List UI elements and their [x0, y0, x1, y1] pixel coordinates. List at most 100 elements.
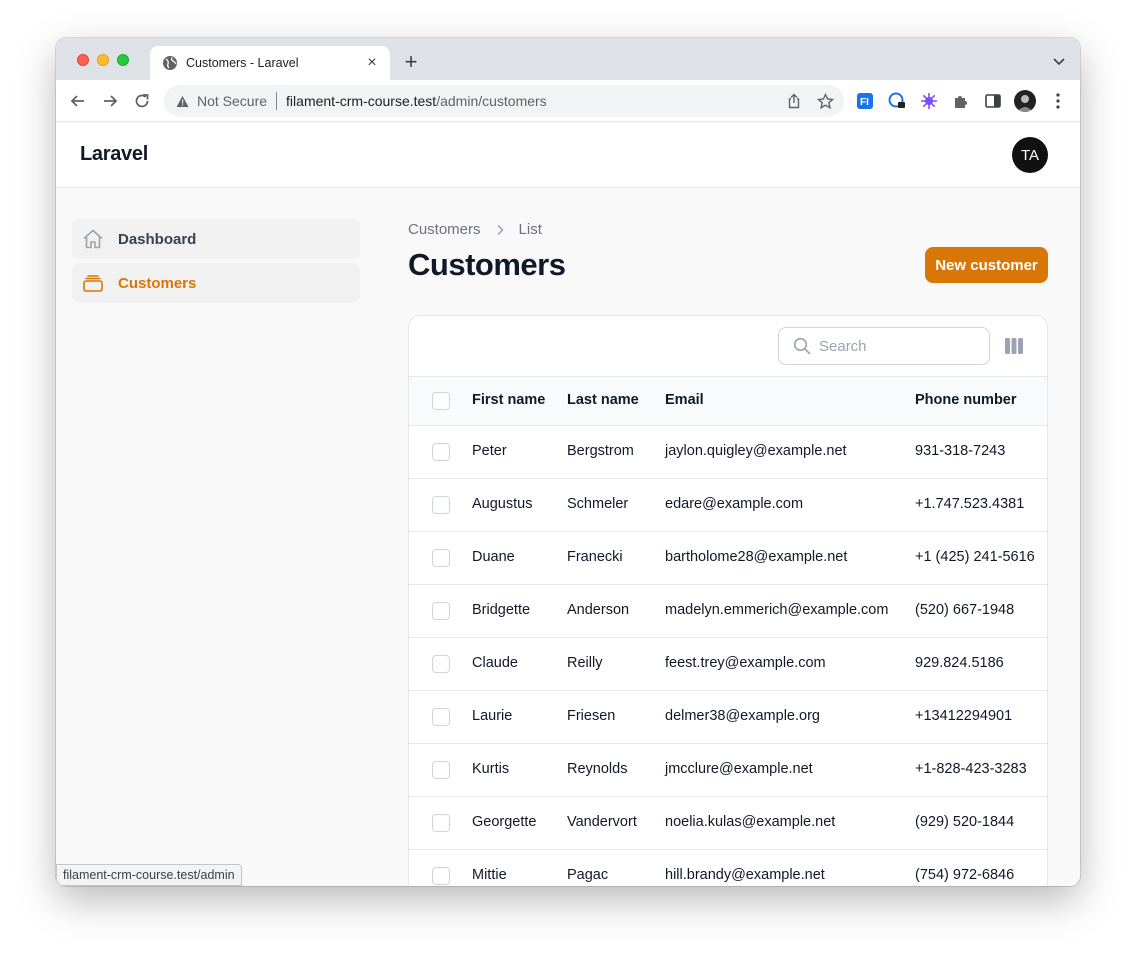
cell-phone-number: (754) 972-6846 — [915, 867, 1015, 883]
column-header-first-name[interactable]: First name — [472, 392, 545, 408]
cell-phone-number: +1 (425) 241-5616 — [915, 549, 1035, 565]
close-window-button[interactable] — [77, 54, 89, 66]
column-header-email[interactable]: Email — [665, 392, 704, 408]
cell-last-name: Franecki — [567, 549, 623, 565]
brand-logo[interactable]: Laravel — [80, 143, 148, 166]
cell-phone-number: +1.747.523.4381 — [915, 496, 1025, 512]
row-checkbox[interactable] — [432, 814, 450, 832]
sidebar-item-label: Dashboard — [118, 230, 197, 248]
row-checkbox[interactable] — [432, 549, 450, 567]
security-status[interactable]: Not Secure — [197, 93, 267, 109]
row-checkbox[interactable] — [432, 602, 450, 620]
home-icon — [83, 229, 103, 249]
svg-text:FI: FI — [860, 97, 869, 108]
tab-close-icon[interactable]: × — [364, 55, 380, 71]
columns-icon[interactable] — [1004, 337, 1024, 355]
sidebar-item-dashboard[interactable]: Dashboard — [72, 219, 360, 259]
warning-triangle-icon — [176, 95, 189, 107]
cell-email: hill.brandy@example.net — [665, 867, 825, 883]
breadcrumb-customers-link[interactable]: Customers — [408, 221, 481, 238]
cell-first-name: Kurtis — [472, 761, 510, 777]
cell-phone-number: 929.824.5186 — [915, 655, 1004, 671]
table-row[interactable]: Augustus Schmeler edare@example.com +1.7… — [409, 479, 1047, 532]
side-panel-icon[interactable] — [984, 92, 1002, 110]
table-row[interactable]: Peter Bergstrom jaylon.quigley@example.n… — [409, 426, 1047, 479]
cell-email: noelia.kulas@example.net — [665, 814, 836, 830]
search-input[interactable] — [819, 337, 969, 355]
forward-arrow-icon[interactable] — [100, 91, 120, 111]
cell-email: delmer38@example.org — [665, 708, 820, 724]
table-row[interactable]: Kurtis Reynolds jmcclure@example.net +1-… — [409, 744, 1047, 797]
maximize-window-button[interactable] — [117, 54, 129, 66]
chevron-down-icon[interactable] — [1052, 54, 1066, 68]
more-options-icon[interactable] — [1051, 92, 1065, 110]
tab-strip: Customers - Laravel × + — [56, 38, 1080, 80]
cell-first-name: Duane — [472, 549, 515, 565]
new-customer-button[interactable]: New customer — [925, 247, 1048, 283]
table-row[interactable]: Claude Reilly feest.trey@example.com 929… — [409, 638, 1047, 691]
puzzle-extensions-icon[interactable] — [952, 92, 970, 110]
search-icon — [793, 337, 811, 355]
new-tab-button[interactable]: + — [400, 51, 422, 73]
address-separator — [276, 92, 278, 110]
extension-fi-icon[interactable]: FI — [856, 92, 874, 110]
cell-first-name: Mittie — [472, 867, 507, 883]
globe-icon — [163, 56, 177, 70]
cell-phone-number: +13412294901 — [915, 708, 1013, 724]
cell-email: madelyn.emmerich@example.com — [665, 602, 889, 618]
browser-profile-avatar[interactable] — [1014, 90, 1036, 112]
browser-tab[interactable]: Customers - Laravel × — [150, 46, 390, 80]
customers-table-card: First name Last name Email Phone number … — [408, 315, 1048, 886]
page-title: Customers — [408, 247, 566, 282]
browser-toolbar: Not Secure filament-crm-course.test /adm… — [56, 80, 1080, 122]
cell-last-name: Reilly — [567, 655, 603, 671]
cell-first-name: Laurie — [472, 708, 513, 724]
cell-last-name: Schmeler — [567, 496, 629, 512]
reload-icon[interactable] — [132, 91, 152, 111]
cell-last-name: Reynolds — [567, 761, 628, 777]
cell-last-name: Vandervort — [567, 814, 637, 830]
back-arrow-icon[interactable] — [68, 91, 88, 111]
cell-phone-number: 931-318-7243 — [915, 443, 1006, 459]
table-header: First name Last name Email Phone number — [409, 376, 1047, 426]
row-checkbox[interactable] — [432, 655, 450, 673]
cell-first-name: Georgette — [472, 814, 537, 830]
row-checkbox[interactable] — [432, 496, 450, 514]
row-checkbox[interactable] — [432, 443, 450, 461]
extension-lock-icon[interactable] — [888, 92, 906, 110]
sidebar-item-customers[interactable]: Customers — [72, 263, 360, 303]
search-field[interactable] — [778, 327, 990, 365]
tab-title: Customers - Laravel — [186, 56, 299, 70]
column-header-last-name[interactable]: Last name — [567, 392, 639, 408]
select-all-checkbox[interactable] — [432, 392, 450, 410]
row-checkbox[interactable] — [432, 867, 450, 885]
row-checkbox[interactable] — [432, 761, 450, 779]
breadcrumb: Customers List — [408, 221, 542, 238]
table-row[interactable]: Mittie Pagac hill.brandy@example.net (75… — [409, 850, 1047, 886]
link-status-bar: filament-crm-course.test/admin — [56, 864, 242, 886]
extension-sparkle-icon[interactable] — [920, 92, 938, 110]
cell-email: jaylon.quigley@example.net — [665, 443, 847, 459]
row-checkbox[interactable] — [432, 708, 450, 726]
share-icon[interactable] — [786, 93, 802, 109]
table-row[interactable]: Laurie Friesen delmer38@example.org +134… — [409, 691, 1047, 744]
cell-phone-number: (520) 667-1948 — [915, 602, 1015, 618]
table-row[interactable]: Duane Franecki bartholome28@example.net … — [409, 532, 1047, 585]
app-header: Laravel TA — [56, 123, 1080, 188]
bookmark-star-icon[interactable] — [817, 93, 834, 110]
table-row[interactable]: Bridgette Anderson madelyn.emmerich@exam… — [409, 585, 1047, 638]
cell-last-name: Friesen — [567, 708, 616, 724]
url-path: /admin/customers — [436, 93, 547, 109]
cell-first-name: Augustus — [472, 496, 533, 512]
column-header-phone-number[interactable]: Phone number — [915, 392, 1017, 408]
cell-last-name: Bergstrom — [567, 443, 634, 459]
browser-window: Customers - Laravel × + Not Secure filam… — [56, 38, 1080, 886]
minimize-window-button[interactable] — [97, 54, 109, 66]
address-bar[interactable]: Not Secure filament-crm-course.test /adm… — [164, 85, 844, 117]
cell-phone-number: +1-828-423-3283 — [915, 761, 1027, 777]
table-row[interactable]: Georgette Vandervort noelia.kulas@exampl… — [409, 797, 1047, 850]
breadcrumb-current: List — [518, 221, 542, 238]
cell-first-name: Claude — [472, 655, 518, 671]
cell-last-name: Anderson — [567, 602, 630, 618]
user-avatar[interactable]: TA — [1012, 137, 1048, 173]
